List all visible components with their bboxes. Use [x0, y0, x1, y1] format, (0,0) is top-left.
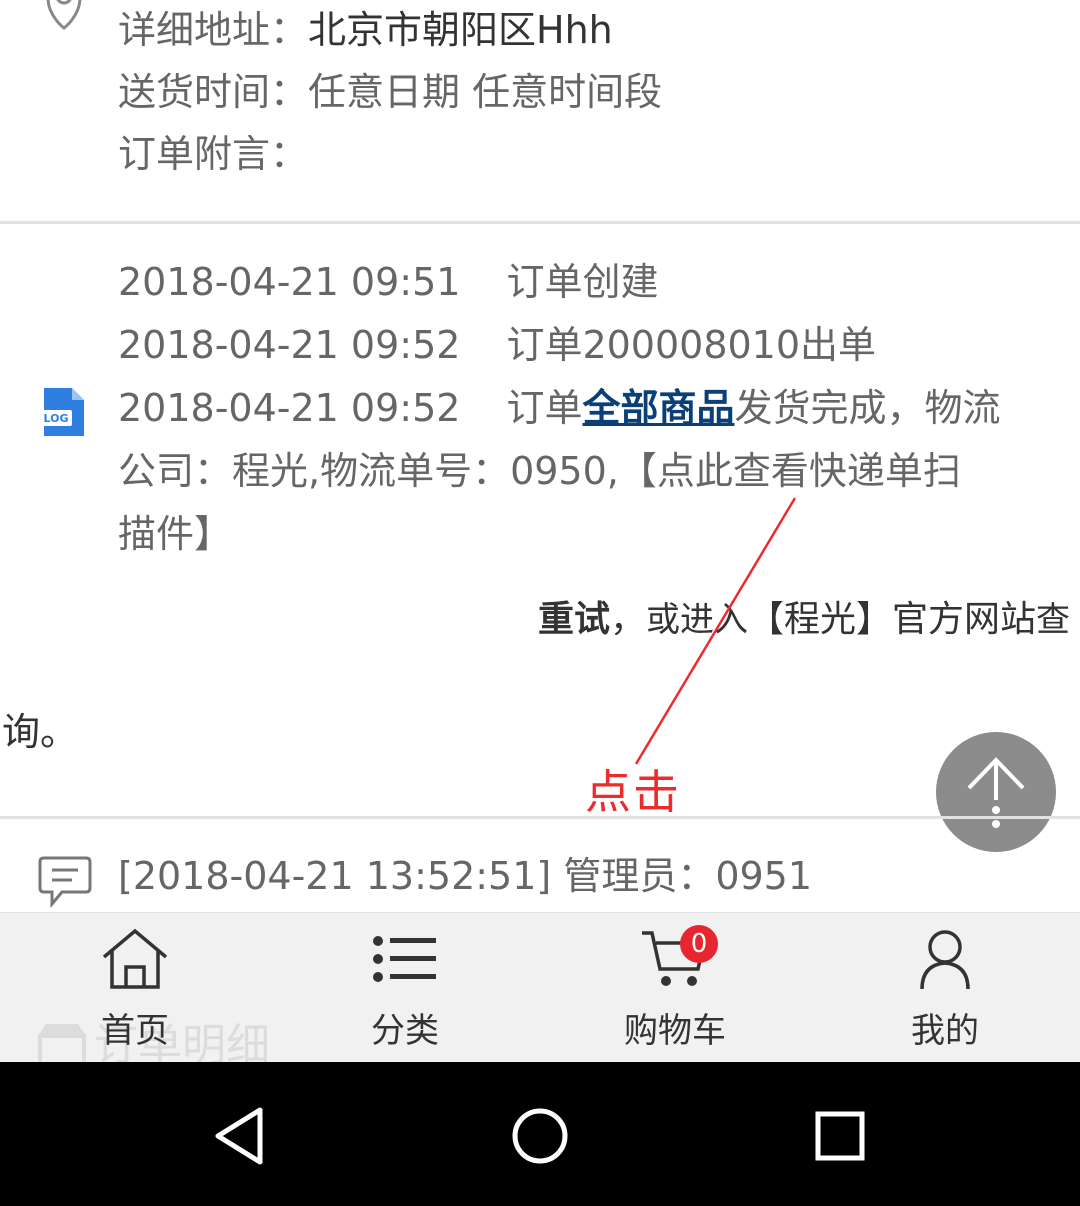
log-entry: 2018-04-21 09:52 订单全部商品发货完成，物流 [118, 386, 1000, 430]
system-navigation-bar [0, 1062, 1080, 1206]
section-divider [0, 221, 1080, 224]
logistics-info-text[interactable]: 公司：程光,物流单号：0950,【点此查看快递单扫 [118, 449, 961, 493]
user-icon [920, 930, 970, 990]
retry-mid-text: 或进入 [645, 600, 748, 640]
retry-message: 重试，或进入【程光】官方网站查 [538, 598, 1070, 642]
home-circle-icon[interactable] [508, 1104, 572, 1168]
delivery-time-value: 任意日期 任意时间段 [308, 70, 663, 114]
retry-message-end: 询。 [2, 710, 79, 754]
tab-cart[interactable]: 购物车 [575, 913, 775, 1063]
tab-cart-label: 购物车 [624, 1011, 726, 1051]
detail-address-label: 详细地址： [118, 8, 309, 52]
tab-mine-label: 我的 [911, 1011, 979, 1051]
tab-home[interactable]: 首页 [35, 913, 235, 1063]
all-products-link[interactable]: 全部商品 [582, 386, 734, 430]
detail-address-value: 北京市朝阳区Hhh [308, 8, 613, 52]
location-pin-icon [40, 0, 88, 36]
log-time: 2018-04-21 09:51 [118, 260, 461, 304]
log-time: 2018-04-21 09:52 [118, 323, 461, 367]
retry-comma: ， [609, 599, 646, 640]
log-text: 订单200008010出单 [506, 323, 877, 367]
log-text-prefix: 订单 [506, 386, 583, 430]
tab-category-label: 分类 [371, 1011, 439, 1051]
svg-text:LOG: LOG [44, 412, 69, 425]
log-text: 订单创建 [506, 260, 659, 304]
annotation-label: 点击 [585, 765, 681, 819]
list-icon [373, 936, 436, 982]
order-note-label: 订单附言： [118, 132, 309, 176]
delivery-time-label: 送货时间： [118, 70, 309, 114]
admin-message: [2018-04-21 13:52:51] 管理员：0951 [118, 854, 813, 898]
section-divider [0, 816, 1080, 819]
tab-mine[interactable]: 我的 [845, 913, 1045, 1063]
back-to-top-button[interactable] [936, 732, 1056, 852]
tab-home-label: 首页 [101, 1011, 169, 1051]
detail-address: 详细地址：北京市朝阳区Hhh [118, 8, 613, 52]
log-text-suffix: 发货完成，物流 [734, 386, 1001, 430]
cart-count-badge: 0 [680, 925, 718, 963]
log-entry: 2018-04-21 09:51 订单创建 [118, 260, 658, 304]
arrow-up-icon [967, 757, 1025, 828]
logistics-info: 公司：程光,物流单号：0950,【点此查看快递单扫 [118, 449, 961, 493]
logistics-info-end[interactable]: 描件】 [118, 512, 232, 556]
retry-link[interactable]: 重试 [538, 599, 610, 640]
message-icon [38, 854, 92, 910]
company-site-link[interactable]: 【程光】官方网站 [748, 599, 1036, 640]
log-file-icon: LOG [38, 386, 90, 438]
bottom-tab-bar: 订单明细 首页 分类 购物车 0 我的 [0, 912, 1080, 1071]
tab-category[interactable]: 分类 [305, 913, 505, 1063]
log-entry: 2018-04-21 09:52 订单200008010出单 [118, 323, 876, 367]
retry-tail: 查 [1036, 600, 1070, 640]
delivery-time: 送货时间：任意日期 任意时间段 [118, 70, 662, 114]
log-time: 2018-04-21 09:52 [118, 386, 461, 430]
recents-icon[interactable] [808, 1104, 872, 1168]
back-icon[interactable] [208, 1104, 272, 1168]
home-icon [102, 928, 168, 989]
